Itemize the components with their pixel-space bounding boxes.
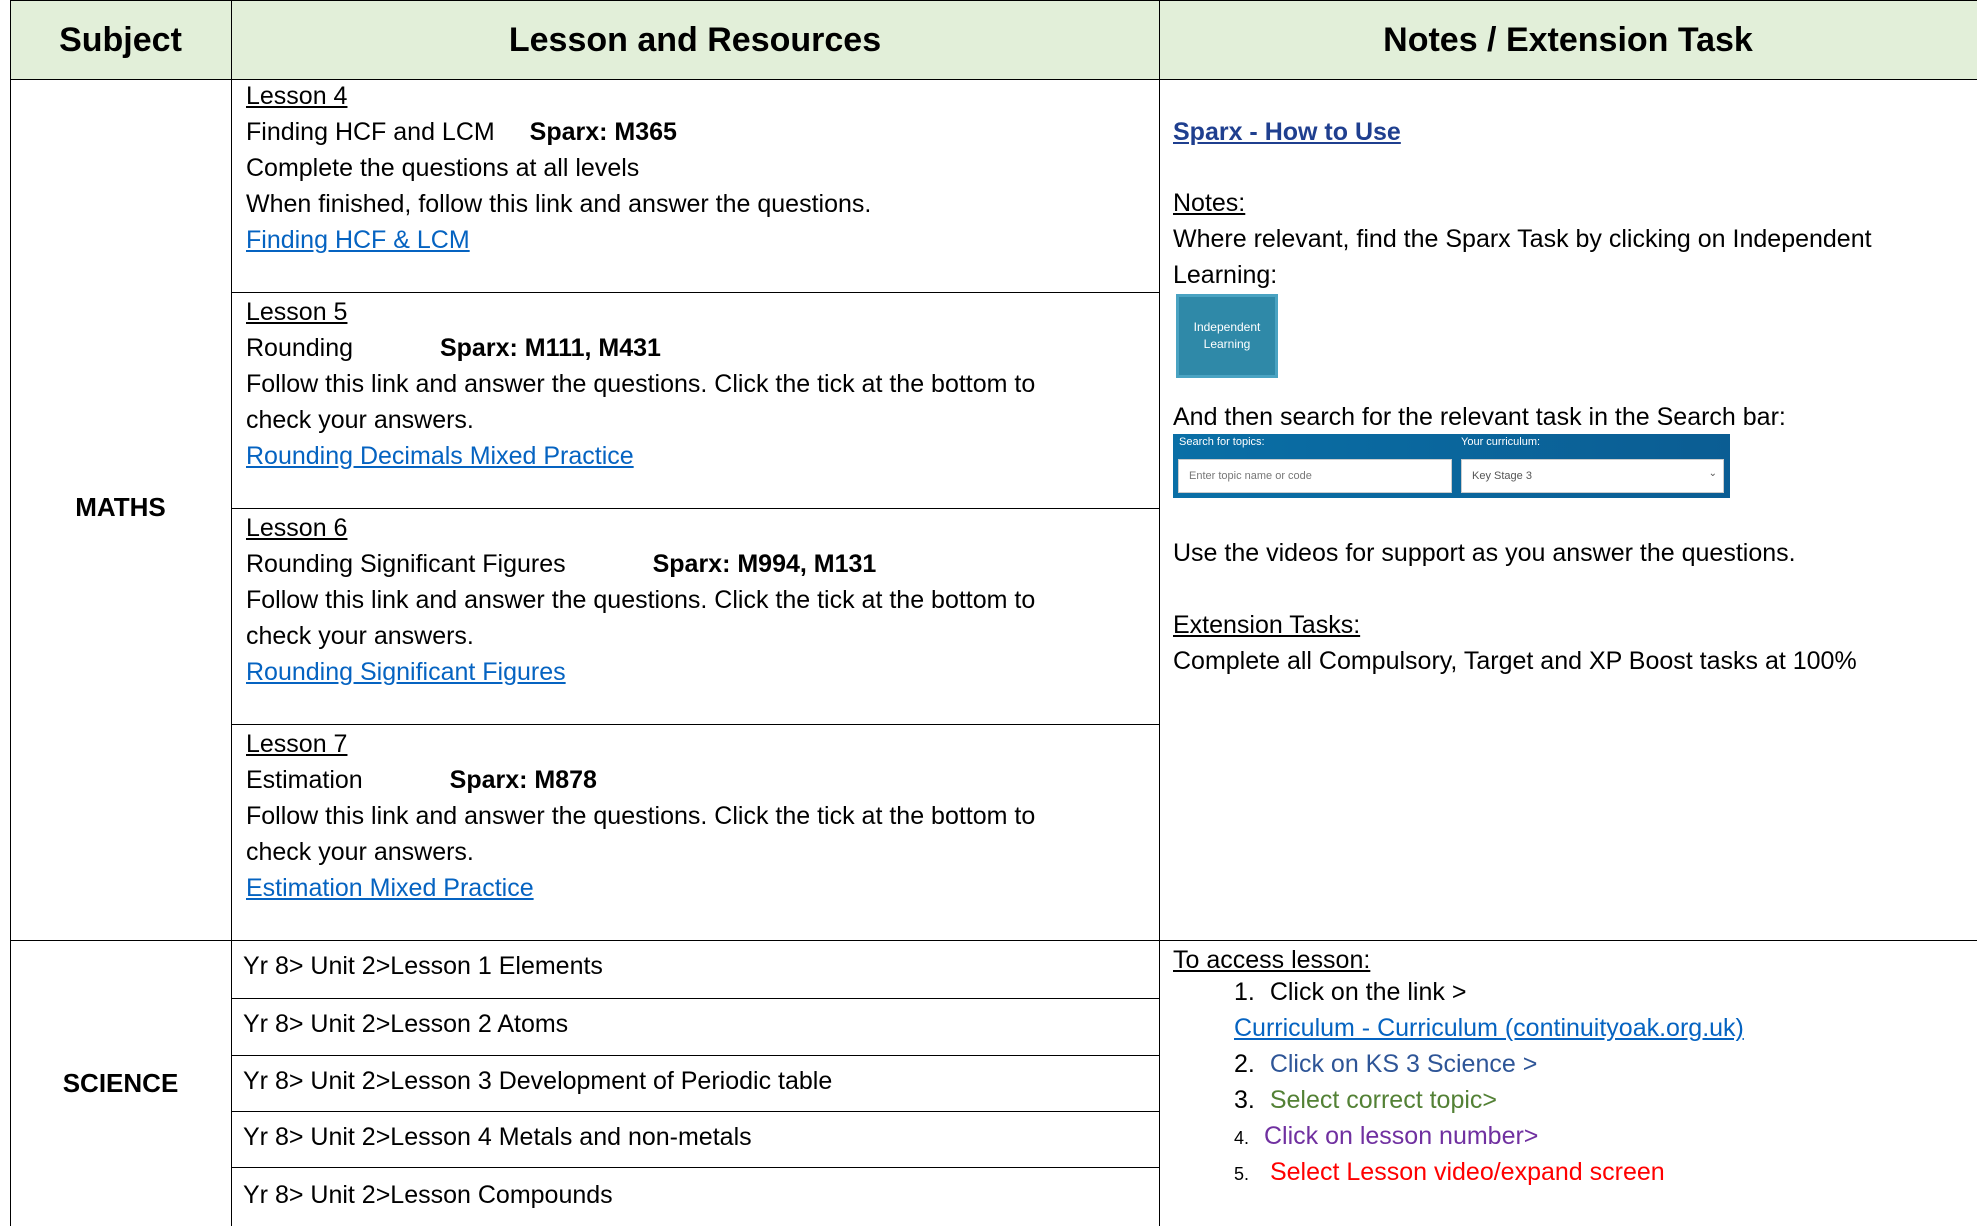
grid-line <box>231 508 1159 509</box>
lesson-text: Complete the questions at all levels <box>246 154 640 182</box>
science-lesson-row: Yr 8> Unit 2>Lesson 4 Metals and non-met… <box>243 1123 752 1151</box>
lesson-text: Follow this link and answer the question… <box>246 802 1036 830</box>
header-lesson-label: Lesson and Resources <box>508 20 882 59</box>
lesson-text: check your answers. <box>246 406 474 434</box>
step-text: Click on KS 3 Science > <box>1269 1050 1538 1078</box>
grid-line <box>1159 0 1160 1226</box>
lesson-topic: Estimation <box>246 766 363 794</box>
lesson-title: Lesson 5 <box>246 298 348 326</box>
access-step-5: 5. Select Lesson video/expand screen <box>1234 1158 1665 1187</box>
lesson-link[interactable]: Estimation Mixed Practice <box>246 874 534 902</box>
step-number: 4. <box>1234 1128 1250 1148</box>
sparx-code: Sparx: M878 <box>449 766 597 794</box>
step-text: Click on lesson number> <box>1263 1122 1539 1150</box>
search-instruction: And then search for the relevant task in… <box>1173 399 1786 435</box>
access-step-2: 2. Click on KS 3 Science > <box>1234 1050 1537 1079</box>
notes-text: Where relevant, find the Sparx Task by c… <box>1173 225 1872 253</box>
maths-notes: Sparx - How to Use <box>1173 114 1401 150</box>
header-subject-label: Subject <box>59 20 182 59</box>
step-text: Select correct topic> <box>1269 1086 1497 1114</box>
search-bar-image: Search for topics: Your curriculum: Ente… <box>1173 434 1730 498</box>
notes-body: Notes: Where relevant, find the Sparx Ta… <box>1173 185 1872 293</box>
curriculum-link[interactable]: Curriculum - Curriculum (continuityoak.o… <box>1234 1014 1744 1042</box>
lesson-block: Lesson 7 Estimation Sparx: M878 Follow t… <box>246 726 1035 906</box>
header-lesson: Lesson and Resources <box>231 0 1159 80</box>
science-lesson-row: Yr 8> Unit 2>Lesson 1 Elements <box>243 952 603 980</box>
lesson-block: Lesson 6 Rounding Significant Figures Sp… <box>246 510 1035 690</box>
step-number: 5. <box>1234 1164 1250 1184</box>
step-number: 1. <box>1234 978 1255 1006</box>
sparx-how-to-link[interactable]: Sparx - How to Use <box>1173 114 1401 150</box>
extension-heading: Extension Tasks: <box>1173 611 1361 639</box>
science-lesson-row: Yr 8> Unit 2>Lesson 3 Development of Per… <box>243 1067 833 1095</box>
curriculum-label: Your curriculum: <box>1461 436 1541 448</box>
lesson-block: Lesson 4 Finding HCF and LCM Sparx: M365… <box>246 78 871 258</box>
subject-maths: MATHS <box>75 492 166 522</box>
sparx-code: Sparx: M111, M431 <box>439 334 661 362</box>
lesson-title: Lesson 4 <box>246 82 348 110</box>
grid-line <box>231 724 1159 725</box>
grid-line <box>231 0 232 1226</box>
access-link-row: Curriculum - Curriculum (continuityoak.o… <box>1234 1014 1744 1043</box>
lesson-title: Lesson 7 <box>246 730 348 758</box>
notes-heading: Notes: <box>1173 189 1246 217</box>
grid-line <box>10 940 1977 941</box>
lesson-link[interactable]: Finding HCF & LCM <box>246 226 470 254</box>
grid-line <box>231 1055 1159 1056</box>
lesson-topic-line: Estimation Sparx: M878 <box>246 762 1035 798</box>
access-heading-text: To access lesson: <box>1173 946 1371 974</box>
notes-text: Learning: <box>1173 261 1278 289</box>
search-instruction-text: And then search for the relevant task in… <box>1173 403 1786 431</box>
grid-line <box>10 0 11 1226</box>
science-lesson-row: Yr 8> Unit 2>Lesson 2 Atoms <box>243 1010 569 1038</box>
videos-text: Use the videos for support as you answer… <box>1173 539 1796 567</box>
header-subject: Subject <box>10 0 231 80</box>
grid-line <box>231 292 1159 293</box>
il-label-2: Learning <box>1203 337 1251 351</box>
science-lesson-row: Yr 8> Unit 2>Lesson Compounds <box>243 1181 613 1209</box>
lesson-title: Lesson 6 <box>246 514 348 542</box>
lesson-topic-line: Finding HCF and LCM Sparx: M365 <box>246 114 871 150</box>
search-topics-label: Search for topics: <box>1179 436 1265 448</box>
lesson-block: Lesson 5 Rounding Sparx: M111, M431 Foll… <box>246 294 1035 474</box>
step-number: 3. <box>1234 1086 1255 1114</box>
access-step-3: 3. Select correct topic> <box>1234 1086 1497 1115</box>
access-heading: To access lesson: <box>1173 942 1370 978</box>
lesson-text: Follow this link and answer the question… <box>246 586 1036 614</box>
lesson-text: check your answers. <box>246 838 474 866</box>
sparx-code: Sparx: M365 <box>529 118 677 146</box>
step-text: Click on the link > <box>1269 978 1467 1006</box>
lesson-topic-line: Rounding Sparx: M111, M431 <box>246 330 1035 366</box>
search-topic-input: Enter topic name or code <box>1178 459 1452 493</box>
extension-text: Complete all Compulsory, Target and XP B… <box>1173 647 1857 675</box>
lesson-link[interactable]: Rounding Decimals Mixed Practice <box>246 442 634 470</box>
lesson-topic: Rounding Significant Figures <box>246 550 566 578</box>
lesson-topic: Rounding <box>246 334 354 362</box>
curriculum-select: Key Stage 3 ⌄ <box>1461 459 1724 493</box>
lesson-link[interactable]: Rounding Significant Figures <box>246 658 566 686</box>
independent-learning-button: Independent Learning <box>1176 294 1278 378</box>
step-number: 2. <box>1234 1050 1255 1078</box>
notes-bottom: Use the videos for support as you answer… <box>1173 535 1796 571</box>
il-label-1: Independent <box>1193 320 1261 334</box>
step-text: Select Lesson video/expand screen <box>1269 1158 1665 1186</box>
curriculum-value: Key Stage 3 <box>1472 470 1532 482</box>
chevron-down-icon: ⌄ <box>1708 468 1717 479</box>
sparx-code: Sparx: M994, M131 <box>652 550 877 578</box>
lesson-text: Follow this link and answer the question… <box>246 370 1036 398</box>
access-step-4: 4. Click on lesson number> <box>1234 1122 1538 1151</box>
subject-science: SCIENCE <box>62 1068 179 1098</box>
lesson-text: check your answers. <box>246 622 474 650</box>
header-notes-label: Notes / Extension Task <box>1383 20 1753 59</box>
grid-line <box>231 998 1159 999</box>
lesson-topic-line: Rounding Significant Figures Sparx: M994… <box>246 546 1035 582</box>
lesson-topic: Finding HCF and LCM <box>246 118 495 146</box>
grid-line <box>231 1167 1159 1168</box>
access-step-1: 1. Click on the link > <box>1234 978 1466 1007</box>
grid-line <box>231 1111 1159 1112</box>
extension-block: Extension Tasks: Complete all Compulsory… <box>1173 607 1857 679</box>
lesson-text: When finished, follow this link and answ… <box>246 190 872 218</box>
header-notes: Notes / Extension Task <box>1159 0 1977 80</box>
